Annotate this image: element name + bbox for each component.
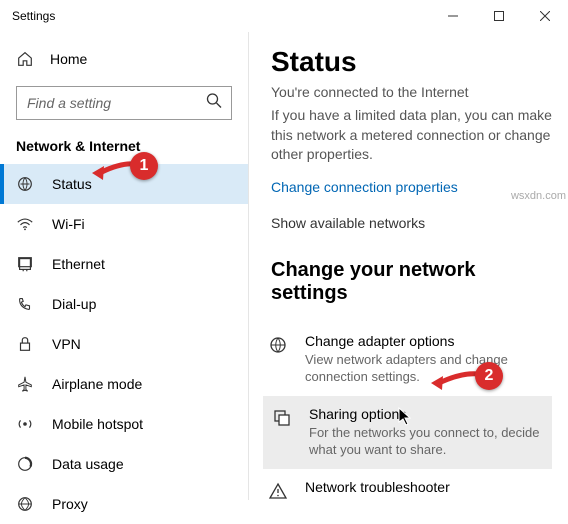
setting-title: Sharing options xyxy=(309,406,544,422)
titlebar: Settings xyxy=(0,0,568,32)
setting-adapter-options[interactable]: Change adapter options View network adap… xyxy=(267,323,552,396)
sidebar-item-hotspot[interactable]: Mobile hotspot xyxy=(0,404,248,444)
sidebar-home-label: Home xyxy=(50,51,87,67)
sidebar-item-wifi[interactable]: Wi-Fi xyxy=(0,204,248,244)
sidebar-item-vpn[interactable]: VPN xyxy=(0,324,248,364)
watermark: wsxdn.com xyxy=(511,190,566,202)
window-title: Settings xyxy=(12,9,430,23)
window-controls xyxy=(430,0,568,32)
sidebar-item-label: Ethernet xyxy=(52,256,105,272)
sidebar-item-ethernet[interactable]: Ethernet xyxy=(0,244,248,284)
proxy-icon xyxy=(16,495,34,513)
setting-troubleshooter[interactable]: Network troubleshooter View your network… xyxy=(267,469,552,500)
maximize-icon xyxy=(494,11,504,21)
setting-desc: View network adapters and change connect… xyxy=(305,351,544,386)
search-icon xyxy=(206,93,222,114)
setting-title: Change adapter options xyxy=(305,333,544,349)
adapter-icon xyxy=(267,335,289,386)
annotation-arrow-2 xyxy=(427,368,481,394)
close-button[interactable] xyxy=(522,0,568,32)
hotspot-icon xyxy=(16,415,34,433)
minimize-icon xyxy=(448,11,458,21)
sidebar-item-label: VPN xyxy=(52,336,81,352)
search-wrap xyxy=(16,86,232,120)
sidebar-item-label: Wi-Fi xyxy=(52,216,85,232)
sidebar-item-label: Data usage xyxy=(52,456,124,472)
sidebar-nav: Status Wi-Fi Ethernet Dial-up xyxy=(0,164,248,524)
search-input[interactable] xyxy=(16,86,232,120)
maximize-button[interactable] xyxy=(476,0,522,32)
vpn-icon xyxy=(16,335,34,353)
sidebar-item-dialup[interactable]: Dial-up xyxy=(0,284,248,324)
sidebar-item-label: Mobile hotspot xyxy=(52,416,143,432)
troubleshoot-icon xyxy=(267,481,289,500)
setting-title: Network troubleshooter xyxy=(305,479,544,495)
dialup-icon xyxy=(16,295,34,313)
status-icon xyxy=(16,175,34,193)
setting-desc: For the networks you connect to, decide … xyxy=(309,424,544,459)
sidebar-home[interactable]: Home xyxy=(0,40,248,78)
minimize-button[interactable] xyxy=(430,0,476,32)
sidebar-item-label: Airplane mode xyxy=(52,376,142,392)
link-available-networks[interactable]: Show available networks xyxy=(271,215,552,231)
sidebar-item-datausage[interactable]: Data usage xyxy=(0,444,248,484)
page-title: Status xyxy=(271,46,552,78)
annotation-marker-2: 2 xyxy=(475,362,503,390)
sidebar: Home Network & Internet Status Wi-Fi xyxy=(0,32,248,500)
ethernet-icon xyxy=(16,255,34,273)
status-subhead: You're connected to the Internet xyxy=(271,84,552,100)
sidebar-item-label: Dial-up xyxy=(52,296,96,312)
datausage-icon xyxy=(16,455,34,473)
annotation-marker-1: 1 xyxy=(130,152,158,180)
sidebar-item-proxy[interactable]: Proxy xyxy=(0,484,248,524)
link-connection-properties[interactable]: Change connection properties xyxy=(271,179,552,195)
home-icon xyxy=(16,50,34,68)
cursor-icon xyxy=(398,407,414,432)
sidebar-item-airplane[interactable]: Airplane mode xyxy=(0,364,248,404)
section-change-settings: Change your network settings xyxy=(271,259,552,305)
sidebar-item-label: Proxy xyxy=(52,496,88,512)
wifi-icon xyxy=(16,215,34,233)
close-icon xyxy=(540,11,550,21)
sidebar-item-label: Status xyxy=(52,176,92,192)
sharing-icon xyxy=(271,408,293,459)
airplane-icon xyxy=(16,375,34,393)
status-body: If you have a limited data plan, you can… xyxy=(271,106,552,165)
